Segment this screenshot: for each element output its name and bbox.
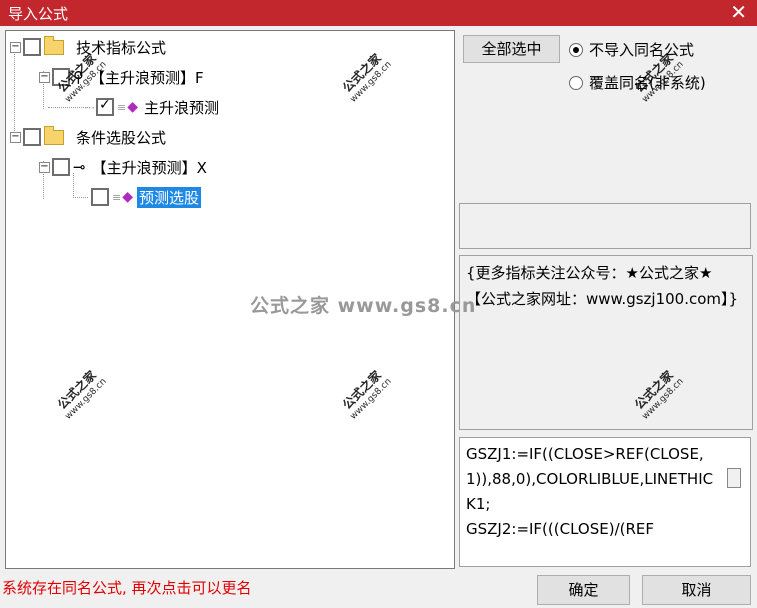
node-label: 主升浪预测 bbox=[144, 98, 220, 117]
node-label: 【主升浪预测】X bbox=[91, 158, 207, 177]
gem-icon: ◆ bbox=[127, 99, 138, 115]
radio-unselected-icon bbox=[569, 75, 583, 90]
tree-node-technical-indicators[interactable]: − 技术指标公式 bbox=[10, 35, 168, 58]
radio-label: 不导入同名公式 bbox=[589, 41, 695, 59]
scrollbar-thumb[interactable] bbox=[727, 468, 741, 488]
folder-icon bbox=[44, 35, 64, 55]
lines-icon: ≡ bbox=[112, 190, 122, 204]
connector-icon: ⋯ bbox=[84, 100, 95, 114]
node-label: 技术指标公式 bbox=[76, 38, 167, 57]
tree-node-main-rise-forecast[interactable]: ⋯ ≡ ◆ 主升浪预测 bbox=[84, 96, 221, 118]
status-message: 系统存在同名公式, 再次点击可以更名 bbox=[2, 579, 252, 597]
node-label: 条件选股公式 bbox=[76, 128, 167, 147]
node-label: 【主升浪预测】F bbox=[90, 68, 204, 87]
node-checkbox[interactable] bbox=[23, 38, 41, 56]
key-icon: ⚲ bbox=[73, 68, 84, 86]
import-formula-dialog: 导入公式 ✕ − 技术指标公式 − ⚲ 【主升浪预测】F ⋯ ≡ ◆ bbox=[0, 0, 757, 608]
tree-node-formula-x[interactable]: − ⊸ 【主升浪预测】X bbox=[39, 156, 209, 178]
title-bar: 导入公式 ✕ bbox=[0, 0, 757, 26]
gem-icon: ◆ bbox=[122, 189, 133, 205]
code-box[interactable]: GSZJ1:=IF((CLOSE>REF(CLOSE,1)),88,0),COL… bbox=[459, 437, 751, 567]
empty-info-box bbox=[459, 203, 751, 249]
select-all-button[interactable]: 全部选中 bbox=[463, 35, 560, 63]
radio-overwrite-same-name[interactable]: 覆盖同名(非系统) bbox=[569, 72, 706, 93]
node-checkbox[interactable] bbox=[52, 68, 70, 86]
ok-button[interactable]: 确定 bbox=[537, 575, 630, 605]
collapse-icon[interactable]: − bbox=[10, 41, 21, 53]
tree-node-stock-selection[interactable]: − 条件选股公式 bbox=[10, 125, 168, 148]
window-title: 导入公式 bbox=[8, 5, 69, 23]
key-icon: ⊸ bbox=[73, 158, 86, 176]
node-checkbox[interactable] bbox=[52, 158, 70, 176]
formula-tree[interactable]: − 技术指标公式 − ⚲ 【主升浪预测】F ⋯ ≡ ◆ 主升浪预测 − 条件选股… bbox=[5, 30, 455, 569]
collapse-icon[interactable]: − bbox=[10, 131, 21, 143]
lines-icon: ≡ bbox=[117, 100, 127, 114]
radio-no-import-same-name[interactable]: 不导入同名公式 bbox=[569, 39, 694, 60]
folder-icon bbox=[44, 125, 64, 145]
node-checkbox[interactable] bbox=[91, 188, 109, 206]
cancel-button[interactable]: 取消 bbox=[642, 575, 751, 605]
close-icon[interactable]: ✕ bbox=[730, 1, 747, 23]
collapse-icon[interactable]: − bbox=[39, 161, 50, 173]
description-box: {更多指标关注公众号：★公式之家★ 【公式之家网址：www.gszj100.co… bbox=[459, 255, 753, 430]
node-checkbox-checked[interactable] bbox=[96, 97, 114, 116]
radio-label: 覆盖同名(非系统) bbox=[589, 74, 706, 92]
radio-selected-icon bbox=[569, 42, 583, 57]
collapse-icon[interactable]: − bbox=[39, 71, 50, 83]
tree-node-formula-f[interactable]: − ⚲ 【主升浪预测】F bbox=[39, 66, 206, 88]
node-label-selected: 预测选股 bbox=[137, 186, 202, 208]
tree-node-forecast-selection[interactable]: ≡ ◆ 预测选股 bbox=[91, 186, 202, 208]
node-checkbox[interactable] bbox=[23, 128, 41, 146]
